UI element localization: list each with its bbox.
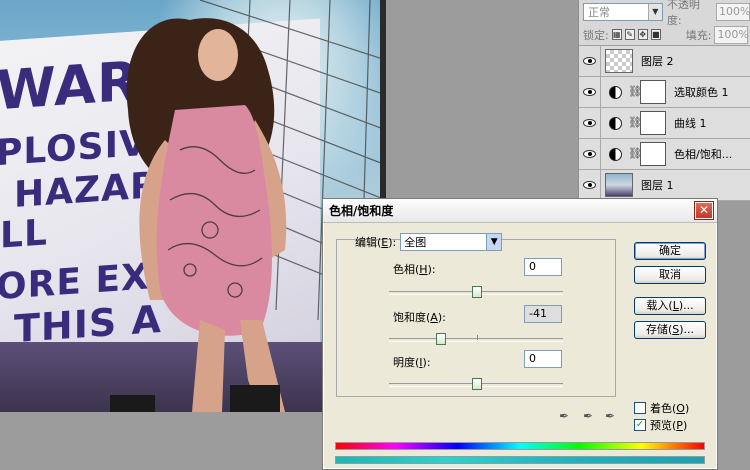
link-chain-icon: ⛓: [628, 85, 642, 98]
layer-name: 图层 2: [641, 55, 674, 68]
visibility-toggle[interactable]: [579, 45, 601, 77]
load-button[interactable]: 载入(L)...: [634, 297, 706, 315]
eyedropper-plus-icon[interactable]: ✒: [581, 409, 595, 423]
lock-transparent-icon[interactable]: ▦: [611, 29, 622, 40]
lock-label: 锁定:: [583, 28, 609, 42]
fill-field[interactable]: 100%: [714, 25, 749, 44]
ok-button[interactable]: 确定: [634, 242, 706, 260]
layer-name: 色相/饱和...: [674, 148, 733, 161]
edit-row: 编辑(E): 全图 ▼: [355, 233, 503, 251]
edit-range-value: 全图: [404, 236, 427, 249]
lock-all-icon[interactable]: ■: [650, 29, 661, 40]
layer-thumbnail: [605, 173, 633, 197]
saturation-slider-track[interactable]: [389, 338, 563, 342]
lock-move-icon[interactable]: ✥: [637, 29, 648, 40]
layer-name: 图层 1: [641, 179, 674, 192]
dialog-title: 色相/饱和度: [329, 204, 394, 218]
lightness-label: 明度(I):: [393, 356, 431, 369]
layer-row[interactable]: 图层 1: [579, 169, 750, 201]
opacity-field[interactable]: 100%: [716, 3, 750, 21]
adjustment-layer-icon: [609, 85, 622, 99]
colorize-label: 着色(O): [650, 402, 690, 415]
chevron-down-icon[interactable]: ▼: [647, 4, 662, 20]
lock-paint-icon[interactable]: ✎: [624, 29, 635, 40]
preview-checkbox[interactable]: ✓: [634, 419, 646, 431]
layer-row[interactable]: 图层 2: [579, 45, 750, 77]
eyedropper-icon[interactable]: ✒: [557, 409, 571, 423]
lightness-value-field[interactable]: 0: [524, 350, 562, 368]
preview-option[interactable]: ✓ 预览(P): [634, 417, 687, 433]
dialog-titlebar[interactable]: 色相/饱和度: [323, 199, 717, 223]
blend-opacity-row: 正常 ▼ 不透明度: 100%: [579, 0, 750, 27]
blend-mode-select[interactable]: 正常 ▼: [583, 3, 663, 21]
hue-saturation-dialog: 色相/饱和度 ✕ 编辑(E): 全图 ▼ 色相(H): 0 饱和度(A): -4…: [322, 198, 718, 470]
hue-value-field[interactable]: 0: [524, 258, 562, 276]
edit-range-select[interactable]: 全图 ▼: [400, 233, 503, 251]
eye-icon: [583, 57, 596, 65]
layer-mask-thumbnail: [640, 111, 666, 135]
colorize-checkbox[interactable]: [634, 402, 646, 414]
eye-icon: [583, 181, 596, 189]
preview-label: 预览(P): [650, 419, 688, 432]
cancel-button[interactable]: 取消: [634, 266, 706, 284]
layer-mask-thumbnail: [640, 142, 666, 166]
eye-icon: [583, 150, 596, 158]
hue-slider-thumb[interactable]: [472, 286, 482, 298]
layer-row[interactable]: ⛓ 选取颜色 1: [579, 76, 750, 108]
lightness-slider-thumb[interactable]: [472, 378, 482, 390]
link-chain-icon: ⛓: [628, 116, 642, 129]
layer-row[interactable]: ⛓ 色相/饱和...: [579, 138, 750, 170]
edit-label: 编辑(E):: [355, 236, 397, 249]
saturation-slider-thumb[interactable]: [436, 333, 446, 345]
close-button[interactable]: ✕: [694, 201, 714, 220]
chevron-down-icon[interactable]: ▼: [486, 234, 502, 250]
visibility-toggle[interactable]: [579, 76, 601, 108]
layer-name: 曲线 1: [674, 117, 707, 130]
input-color-spectrum: [335, 442, 705, 450]
visibility-toggle[interactable]: [579, 138, 601, 170]
adjustment-layer-icon: [609, 116, 622, 130]
saturation-label: 饱和度(A):: [393, 311, 446, 324]
layer-mask-thumbnail: [640, 80, 666, 104]
saturation-value-field[interactable]: -41: [524, 305, 562, 323]
eye-icon: [583, 119, 596, 127]
adjustment-layer-icon: [609, 147, 622, 161]
layer-thumbnail: [605, 49, 633, 73]
visibility-toggle[interactable]: [579, 169, 601, 201]
colorize-option[interactable]: 着色(O): [634, 400, 689, 416]
output-color-spectrum: [335, 456, 705, 464]
layer-name: 选取颜色 1: [674, 86, 729, 99]
layers-panel: 正常 ▼ 不透明度: 100% 锁定: ▦ ✎ ✥ ■ 填充: 100% 图层 …: [578, 0, 750, 201]
visibility-toggle[interactable]: [579, 107, 601, 139]
link-chain-icon: ⛓: [628, 147, 642, 160]
adjustment-group: [336, 239, 616, 397]
hue-label: 色相(H):: [393, 263, 436, 276]
save-button[interactable]: 存储(S)...: [634, 321, 706, 339]
lock-fill-row: 锁定: ▦ ✎ ✥ ■ 填充: 100%: [579, 24, 750, 46]
eyedropper-minus-icon[interactable]: ✒: [603, 409, 617, 423]
blend-mode-value: 正常: [588, 6, 610, 19]
eye-icon: [583, 88, 596, 96]
layer-row[interactable]: ⛓ 曲线 1: [579, 107, 750, 139]
saturation-center-tick: [477, 335, 478, 340]
fill-label: 填充:: [685, 28, 712, 42]
opacity-label: 不透明度:: [666, 0, 700, 27]
